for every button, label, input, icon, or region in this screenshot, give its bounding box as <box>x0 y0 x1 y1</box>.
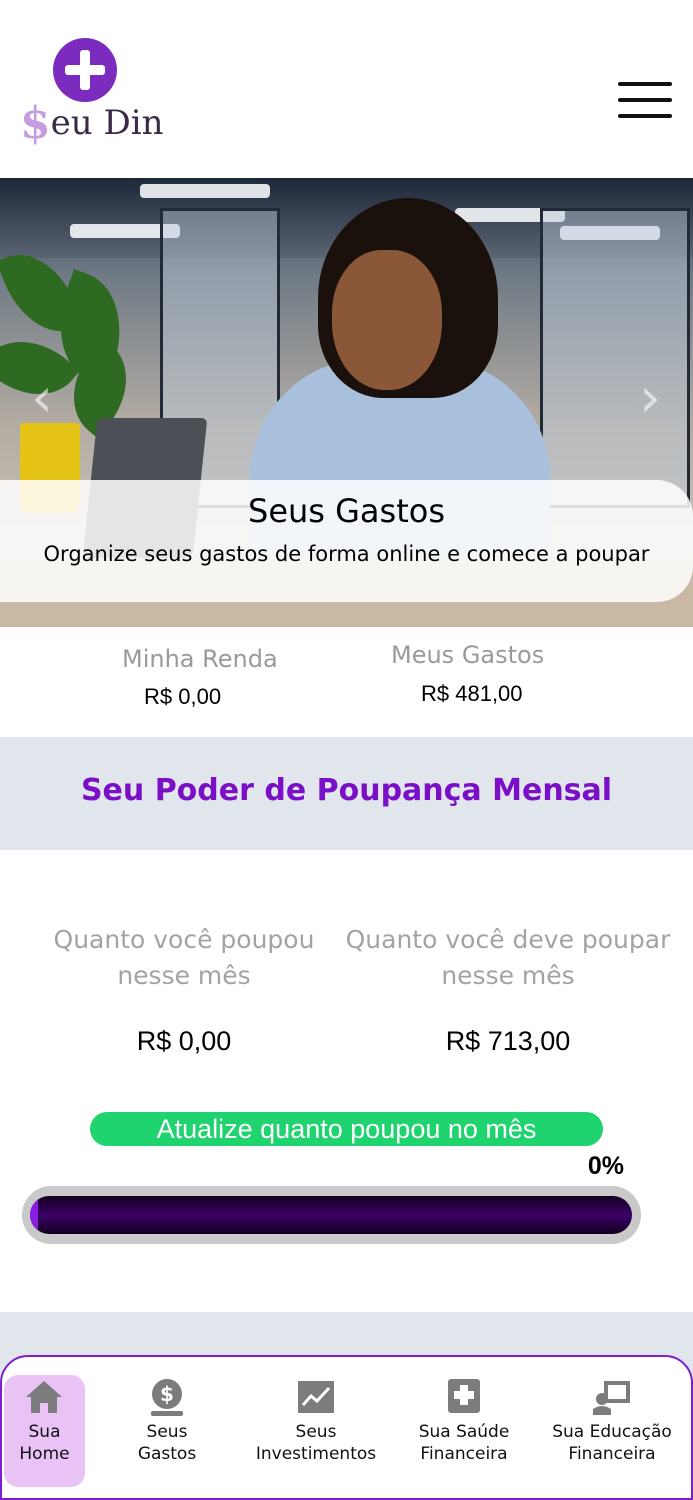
chevron-right-icon[interactable]: › <box>630 368 670 428</box>
nav-label-line1: Seus <box>295 1422 337 1442</box>
nav-label-gastos: Seus Gastos <box>122 1421 212 1465</box>
nav-label-line2: Investimentos <box>255 1444 377 1464</box>
nav-label-line2: Financeira <box>420 1444 508 1464</box>
carousel-caption: Seus Gastos Organize seus gastos de form… <box>0 480 693 602</box>
income-value: R$ 0,00 <box>144 684 222 709</box>
nav-label-line1: Seus <box>146 1422 188 1442</box>
nav-label-home: Sua Home <box>4 1421 85 1465</box>
carousel-subtitle: Organize seus gastos de forma online e c… <box>43 542 650 566</box>
logo-text: eu Din <box>50 103 164 143</box>
savings-progress-bar <box>22 1186 641 1244</box>
home-icon <box>26 1381 62 1413</box>
savings-section-header: Seu Poder de Poupança Mensal <box>0 737 693 850</box>
saved-this-month-value: R$ 0,00 <box>136 1026 232 1056</box>
hamburger-icon[interactable] <box>618 82 672 120</box>
savings-section-title: Seu Poder de Poupança Mensal <box>80 773 613 808</box>
savings-progress-track <box>30 1196 632 1234</box>
income-label: Minha Renda <box>122 645 278 673</box>
nav-label-line1: Sua <box>28 1422 61 1442</box>
nav-item-saude-financeira[interactable]: Sua Saúde Financeira <box>410 1375 518 1487</box>
nav-label-line2: Home <box>19 1444 70 1464</box>
chart-line-icon <box>298 1381 334 1413</box>
logo-wordmark: $eu Din <box>20 98 163 149</box>
nav-item-educacao-financeira[interactable]: Sua Educação Financeira <box>544 1375 680 1487</box>
nav-label-saude-financeira: Sua Saúde Financeira <box>410 1421 518 1465</box>
dollar-coin-icon: $ <box>151 1379 183 1416</box>
svg-text:$: $ <box>160 1382 174 1406</box>
nav-label-line1: Sua Educação <box>552 1422 672 1442</box>
target-this-month-value: R$ 713,00 <box>445 1026 571 1056</box>
nav-label-investimentos: Seus Investimentos <box>250 1421 382 1465</box>
medical-book-icon <box>448 1379 480 1413</box>
app-header: $eu Din <box>0 0 693 178</box>
nav-label-line2: Financeira <box>568 1444 656 1464</box>
medical-cross-icon <box>53 38 117 102</box>
savings-progress-percent: 0% <box>587 1152 624 1180</box>
seu-din-logo[interactable]: $eu Din <box>20 36 163 156</box>
nav-label-line2: Gastos <box>137 1444 197 1464</box>
target-this-month-label: Quanto você deve poupar nesse mês <box>345 925 671 990</box>
nav-label-line1: Sua Saúde <box>418 1422 510 1442</box>
chevron-left-icon[interactable]: ‹ <box>22 368 62 428</box>
office-glass-wall <box>540 208 690 508</box>
nav-label-educacao-financeira: Sua Educação Financeira <box>544 1421 680 1465</box>
nav-item-home[interactable]: Sua Home <box>4 1375 85 1487</box>
ceiling-light <box>140 184 270 198</box>
savings-panel: Quanto você poupou nesse mês Quanto você… <box>0 850 693 1312</box>
nav-item-investimentos[interactable]: Seus Investimentos <box>250 1375 382 1487</box>
nav-item-gastos[interactable]: $ Seus Gastos <box>122 1375 212 1487</box>
totals-summary: Minha Renda R$ 0,00 Meus Gastos R$ 481,0… <box>0 627 693 737</box>
savings-progress-fill <box>30 1196 38 1234</box>
hero-carousel: ‹ › Seus Gastos Organize seus gastos de … <box>0 178 693 627</box>
carousel-title: Seus Gastos <box>248 492 445 530</box>
saved-this-month-label: Quanto você poupou nesse mês <box>53 925 315 990</box>
person-face-photo <box>332 250 442 390</box>
teacher-board-icon <box>593 1381 630 1415</box>
expenses-value: R$ 481,00 <box>421 681 523 706</box>
logo-dollar-sign: $ <box>20 98 51 149</box>
bottom-navigation: Sua Home $ Seus Gastos Seus Investimento… <box>0 1355 693 1500</box>
update-savings-button[interactable]: Atualize quanto poupou no mês <box>90 1112 603 1146</box>
expenses-label: Meus Gastos <box>391 641 545 669</box>
